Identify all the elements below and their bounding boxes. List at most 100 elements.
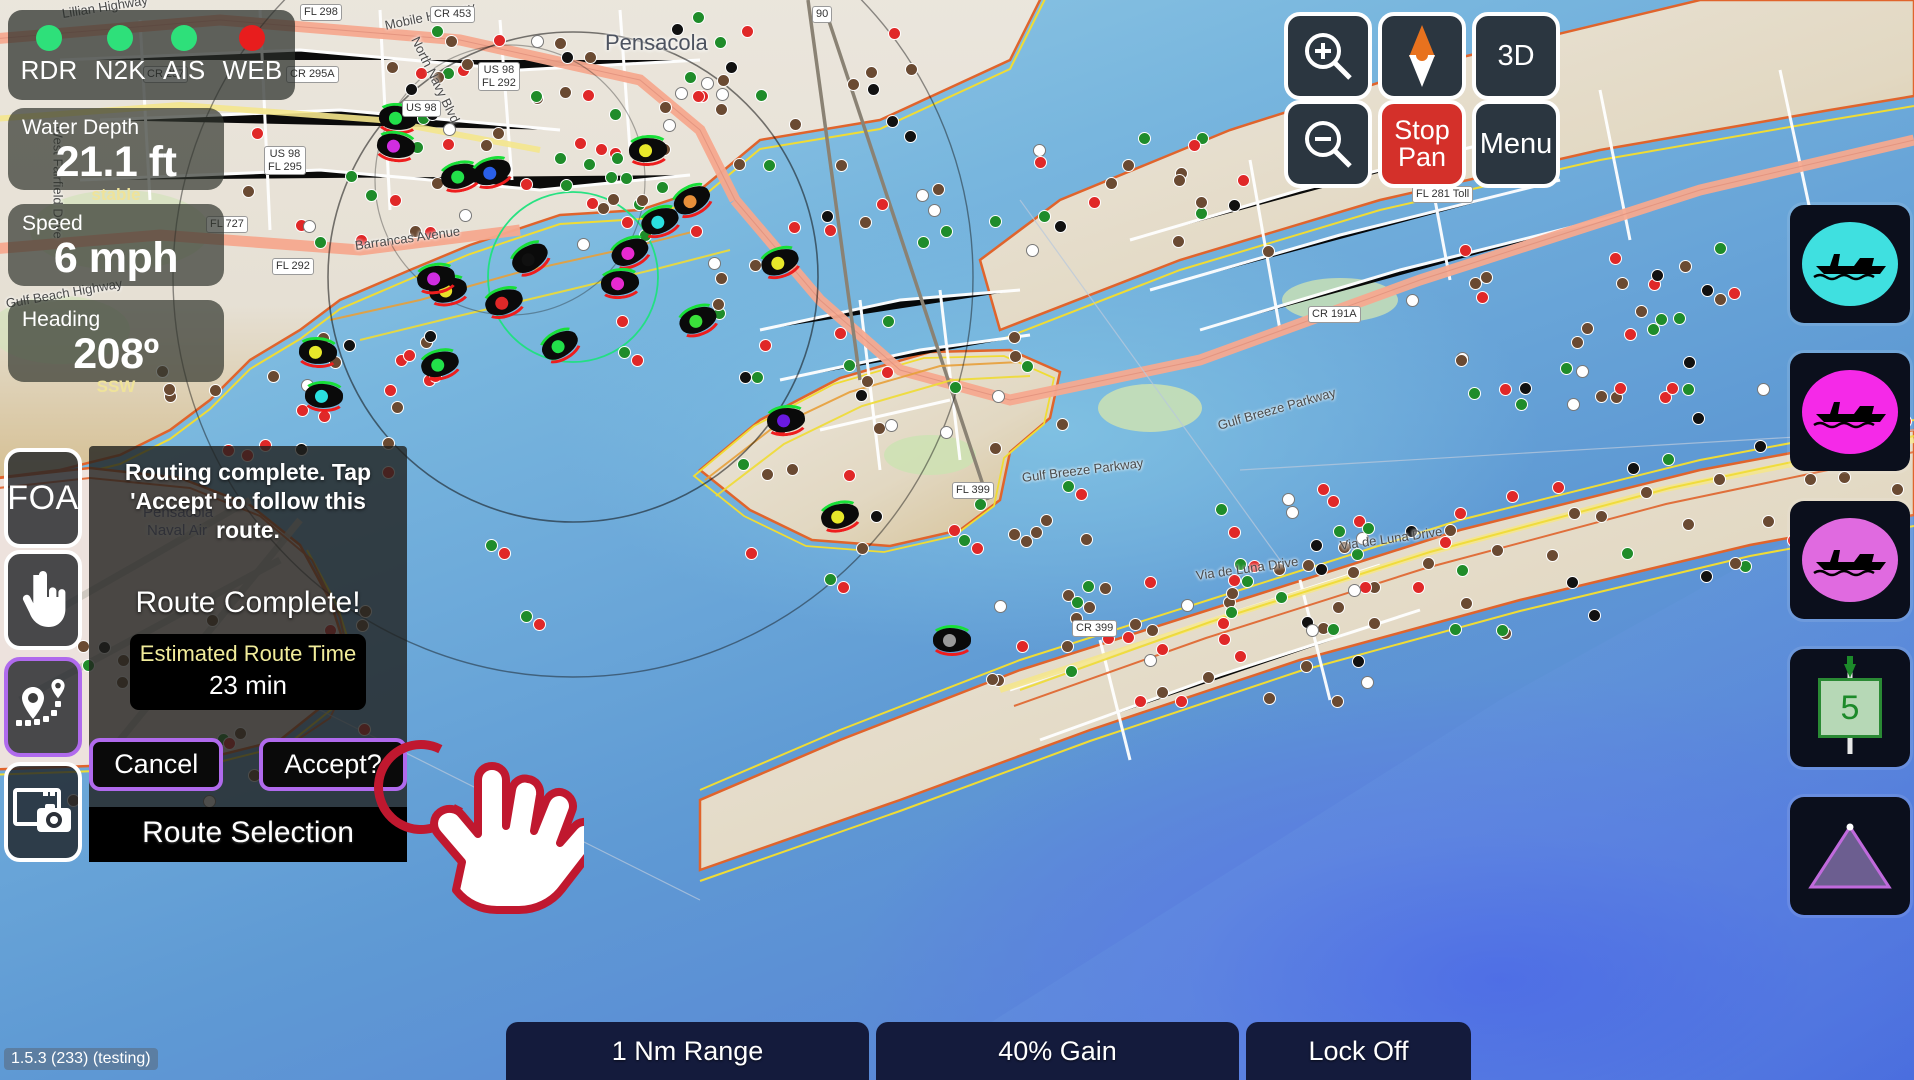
chart-buoy-marker	[581, 89, 595, 103]
chart-buoy-marker	[559, 179, 573, 193]
chart-buoy-marker	[1360, 676, 1374, 690]
chart-buoy-marker	[785, 462, 799, 476]
heading-value: 208º	[73, 330, 159, 378]
route-waypoint-buoy	[631, 354, 644, 367]
highway-shield-label: FL 292	[272, 258, 314, 275]
status-item-web[interactable]: WEB	[223, 24, 283, 86]
chart-buoy-marker	[1570, 335, 1584, 349]
chart-buoy-marker	[529, 90, 543, 104]
three-d-toggle-button[interactable]: 3D	[1472, 12, 1560, 100]
highway-shield-label: 90	[812, 6, 833, 23]
version-badge: 1.5.3 (233) (testing)	[4, 1048, 158, 1070]
chart-buoy-marker	[940, 425, 954, 439]
route-waypoint-buoy	[958, 534, 971, 547]
vessel-filter-magenta-button[interactable]	[1790, 353, 1910, 471]
chart-buoy-marker	[1188, 138, 1202, 152]
vessel-marker[interactable]	[596, 265, 645, 302]
zoom-out-button[interactable]	[1284, 100, 1372, 188]
vessel-marker[interactable]	[761, 402, 811, 439]
chart-buoy-marker	[689, 224, 703, 238]
chart-buoy-marker	[1545, 549, 1559, 563]
chart-buoy-marker	[553, 37, 567, 51]
chart-buoy-marker	[266, 369, 280, 383]
speed-card[interactable]: Speed 6 mph	[8, 204, 224, 286]
gain-button[interactable]: 40% Gain	[876, 1022, 1239, 1080]
chart-buoy-marker	[595, 142, 609, 156]
chart-buoy-marker	[708, 256, 722, 270]
cancel-button[interactable]: Cancel	[89, 738, 224, 792]
dialog-button-row: Cancel Accept?	[89, 738, 407, 792]
water-depth-trend: stable	[91, 185, 141, 204]
chart-buoy-marker	[1331, 600, 1345, 614]
chart-buoy-marker	[842, 359, 856, 373]
foa-button[interactable]: FOA	[4, 448, 82, 548]
status-label-rdr: RDR	[20, 54, 78, 85]
vessel-marker[interactable]	[929, 625, 975, 656]
chart-buoy-marker	[1651, 268, 1665, 282]
route-waypoint-buoy	[618, 346, 631, 359]
highway-shield-label: US 98 FL 292	[478, 62, 520, 92]
chart-buoy-marker	[1233, 649, 1247, 663]
magnifier-minus-icon	[1305, 121, 1352, 168]
chart-buoy-marker	[691, 89, 705, 103]
chart-buoy-marker	[1032, 143, 1046, 157]
triangle-marker-button[interactable]	[1790, 797, 1910, 915]
compass-north-button[interactable]	[1378, 12, 1466, 100]
sign-arrow-icon	[1844, 656, 1856, 678]
highway-shield-label: CR 191A	[1308, 306, 1361, 323]
screenshot-button[interactable]	[4, 762, 82, 862]
chart-buoy-marker	[1326, 494, 1340, 508]
chart-buoy-marker	[405, 82, 419, 96]
chart-buoy-marker	[1037, 210, 1051, 224]
vessel-marker[interactable]	[371, 128, 421, 165]
water-depth-value: 21.1 ft	[55, 138, 177, 186]
chart-buoy-marker	[1455, 564, 1469, 578]
water-depth-card[interactable]: Water Depth 21.1 ft stable	[8, 108, 224, 204]
vessel-marker[interactable]	[294, 335, 342, 370]
chart-buoy-marker	[927, 204, 941, 218]
status-item-rdr[interactable]: RDR	[20, 24, 78, 86]
chart-buoy-marker	[573, 136, 587, 150]
route-selection-dialog: Routing complete. Tap 'Accept' to follow…	[89, 446, 407, 863]
chart-buoy-marker	[1519, 381, 1533, 395]
chart-buoy-marker	[1587, 608, 1601, 622]
chart-buoy-marker	[715, 271, 729, 285]
chart-buoy-marker	[737, 457, 751, 471]
route-waypoint-buoy	[498, 547, 511, 560]
route-waypoints-icon	[16, 679, 65, 726]
range-button[interactable]: 1 Nm Range	[506, 1022, 869, 1080]
speed-limit-sign-button[interactable]: 5	[1790, 649, 1910, 767]
foa-label: FOA	[7, 478, 79, 517]
status-led-n2k	[107, 24, 134, 51]
status-item-ais[interactable]: AIS	[163, 24, 206, 86]
chart-buoy-marker	[869, 509, 883, 523]
chart-buoy-marker	[1225, 605, 1239, 619]
heading-card[interactable]: Heading 208º SSW	[8, 300, 224, 396]
menu-button[interactable]: Menu	[1472, 100, 1560, 188]
status-item-n2k[interactable]: N2K	[94, 24, 146, 86]
chart-buoy-marker	[716, 73, 730, 87]
lock-button[interactable]: Lock Off	[1246, 1022, 1471, 1080]
route-waypoint-buoy	[837, 581, 850, 594]
chart-buoy-marker	[610, 151, 624, 165]
vessel-marker[interactable]	[624, 133, 672, 168]
vessel-marker[interactable]	[300, 380, 347, 413]
route-plan-button[interactable]	[4, 657, 82, 757]
three-d-label: 3D	[1497, 39, 1535, 72]
stop-pan-button[interactable]: Stop Pan	[1378, 100, 1466, 188]
chart-buoy-marker	[1580, 322, 1594, 336]
status-label-n2k: N2K	[94, 54, 146, 85]
water-depth-title: Water Depth	[22, 116, 140, 139]
chart-buoy-marker	[1691, 412, 1705, 426]
vessel-filter-cyan-button[interactable]	[1790, 205, 1910, 323]
pan-hand-button[interactable]	[4, 550, 82, 650]
chart-buoy-marker	[1551, 481, 1565, 495]
chart-buoy-marker	[1346, 565, 1360, 579]
chart-buoy-marker	[1054, 219, 1068, 233]
zoom-in-button[interactable]	[1284, 12, 1372, 100]
chart-buoy-marker	[577, 237, 591, 251]
chart-buoy-marker	[1672, 311, 1686, 325]
vessel-filter-pink-button[interactable]	[1790, 501, 1910, 619]
chart-buoy-marker	[904, 129, 917, 143]
boat-icon	[1813, 254, 1886, 281]
